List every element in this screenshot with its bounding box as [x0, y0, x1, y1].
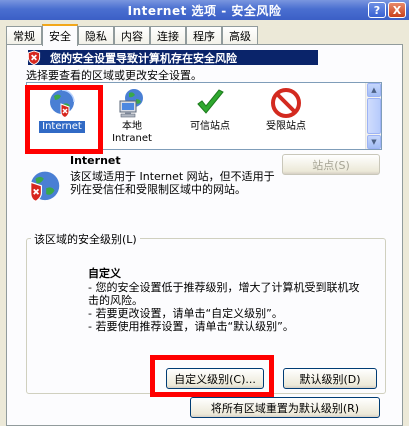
close-icon: X [392, 3, 402, 17]
tab-strip: 常规 安全 隐私 内容 连接 程序 高级 [6, 24, 258, 46]
shield-warning-icon [27, 50, 41, 65]
zone-label: Internet [39, 121, 85, 133]
close-button[interactable]: X [388, 2, 406, 18]
globe-warning-icon [50, 89, 75, 119]
zone-trusted-sites[interactable]: 可信站点 [179, 87, 241, 145]
zone-list-scrollbar[interactable]: ▲ ▼ [365, 83, 381, 149]
zone-instruction: 选择要查看的区域或更改安全设置。 [26, 69, 202, 82]
tab-advanced[interactable]: 高级 [222, 26, 258, 45]
security-level-group-label: 该区域的安全级别(L) [31, 231, 140, 247]
custom-level-button[interactable]: 自定义级别(C)... [166, 368, 264, 389]
zone-label: 本地 Intranet [112, 121, 152, 144]
description-line: - 您的安全设置低于推荐级别，增大了计算机受到联机攻击的风险。 [88, 281, 360, 307]
checkmark-icon [197, 89, 224, 114]
scroll-up-icon[interactable]: ▲ [367, 83, 381, 97]
window-title: Internet 选项 - 安全风险 [127, 3, 282, 18]
tab-privacy[interactable]: 隐私 [78, 26, 114, 45]
sites-button[interactable]: 站点(S) [282, 154, 380, 175]
selected-zone-description: 该区域适用于 Internet 网站，但不适用于列在受信任和受限制区域中的网站。 [70, 170, 275, 196]
no-entry-icon [271, 88, 301, 118]
zone-label: 可信站点 [190, 121, 230, 132]
scroll-thumb[interactable] [367, 98, 381, 134]
tab-general[interactable]: 常规 [6, 26, 42, 45]
warning-text: 您的安全设置导致计算机存在安全风险 [50, 51, 237, 65]
security-warning-bar: 您的安全设置导致计算机存在安全风险 [28, 50, 318, 65]
title-bar: Internet 选项 - 安全风险 ? X [0, 0, 409, 20]
zone-local-intranet[interactable]: 本地 Intranet [101, 87, 163, 145]
description-line: - 若要更改设置，请单击“自定义级别”。 [88, 307, 283, 320]
security-level-name: 自定义 [88, 267, 121, 280]
reset-all-zones-button[interactable]: 将所有区域重置为默认级别(R) [190, 397, 380, 418]
internet-zone-icon [30, 171, 60, 202]
zone-list: Internet 本地 Intranet 可信站点 受限站点 ▲ ▼ [26, 82, 382, 150]
zone-restricted-sites[interactable]: 受限站点 [255, 87, 317, 145]
tab-content[interactable]: 内容 [114, 26, 150, 45]
security-level-description: - 您的安全设置低于推荐级别，增大了计算机受到联机攻击的风险。 - 若要更改设置… [88, 281, 368, 333]
tab-connections[interactable]: 连接 [150, 26, 186, 45]
selected-zone-name: Internet [70, 154, 121, 167]
help-button[interactable]: ? [368, 2, 386, 18]
zone-internet[interactable]: Internet [31, 87, 93, 145]
intranet-icon [119, 89, 143, 118]
zone-label: 受限站点 [266, 121, 306, 132]
tab-programs[interactable]: 程序 [186, 26, 222, 45]
default-level-button[interactable]: 默认级别(D) [283, 368, 377, 389]
scroll-down-icon[interactable]: ▼ [367, 135, 381, 149]
help-icon: ? [373, 3, 381, 17]
tab-security[interactable]: 安全 [42, 24, 78, 46]
description-line: - 若要使用推荐设置，请单击“默认级别”。 [88, 320, 294, 333]
